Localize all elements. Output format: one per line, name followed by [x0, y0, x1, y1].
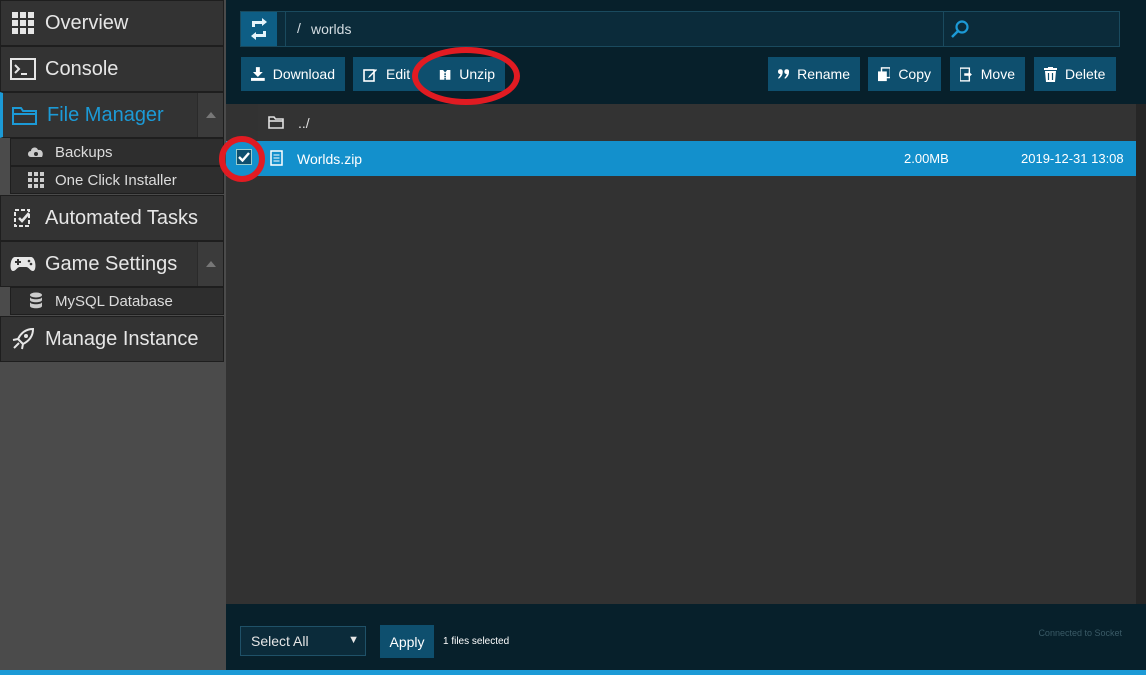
collapse-caret-icon[interactable] — [197, 242, 223, 286]
database-icon — [14, 292, 58, 310]
socket-status: Connected to Socket — [1038, 628, 1122, 638]
edit-button[interactable]: Edit — [353, 57, 431, 91]
scrollbar[interactable] — [1136, 104, 1146, 604]
parent-directory-label: ../ — [298, 114, 310, 131]
edit-label: Edit — [386, 66, 411, 82]
file-size: 2.00MB — [904, 151, 949, 166]
download-button[interactable]: Download — [241, 57, 345, 91]
dropdown-caret-icon: ▼ — [348, 634, 359, 646]
selection-count: 1 files selected — [443, 636, 510, 647]
unzip-button[interactable]: Unzip — [429, 57, 505, 91]
collapse-caret-icon[interactable] — [197, 93, 223, 137]
bulk-select-dropdown[interactable]: Select All ▼ — [240, 626, 366, 656]
file-date: 2019-12-31 13:08 — [1021, 151, 1124, 166]
divider — [285, 12, 286, 46]
sidebar-subitem-label: Backups — [55, 143, 113, 161]
bottom-accent-bar — [0, 670, 1146, 675]
sidebar-item-label: Game Settings — [45, 252, 178, 275]
unzip-label: Unzip — [459, 66, 495, 82]
file-icon — [270, 150, 283, 166]
sidebar-item-game-settings[interactable]: Game Settings — [0, 241, 224, 287]
path-bar: / worlds — [240, 11, 1120, 47]
delete-label: Delete — [1065, 66, 1106, 82]
grid-icon — [1, 11, 45, 35]
file-name: Worlds.zip — [297, 151, 363, 167]
copy-label: Copy — [898, 66, 931, 82]
sidebar-item-file-manager[interactable]: File Manager — [0, 92, 224, 138]
file-manager-toolbar: / worlds Download Edit Unzip Rename Copy… — [226, 0, 1146, 104]
grid-icon — [14, 172, 58, 188]
sidebar-item-label: Console — [45, 57, 119, 80]
rename-button[interactable]: Rename — [768, 57, 860, 91]
folder-icon — [3, 104, 47, 126]
sidebar-item-manage-instance[interactable]: Manage Instance — [0, 316, 224, 362]
folder-icon — [268, 116, 284, 129]
sidebar-subitem-label: MySQL Database — [55, 292, 173, 310]
sidebar-item-label: Automated Tasks — [45, 206, 199, 229]
search-icon — [951, 20, 969, 38]
file-manager-panel: / worlds Download Edit Unzip Rename Copy… — [226, 0, 1146, 670]
copy-icon — [878, 66, 891, 81]
move-button[interactable]: Move — [950, 57, 1025, 91]
unzip-icon — [439, 69, 451, 80]
checkmark-icon — [238, 152, 250, 162]
apply-button[interactable]: Apply — [380, 625, 434, 658]
refresh-icon — [251, 18, 267, 40]
move-icon — [960, 66, 972, 82]
rocket-icon — [1, 326, 45, 352]
sidebar-subitem-mysql-database[interactable]: MySQL Database — [10, 287, 224, 315]
file-checkbox[interactable] — [236, 149, 252, 165]
edit-icon — [363, 68, 377, 82]
search-input[interactable] — [943, 12, 1119, 46]
bulk-action-footer: Select All ▼ Apply 1 files selected Conn… — [226, 604, 1146, 670]
delete-button[interactable]: Delete — [1034, 57, 1116, 91]
sidebar-item-label: Manage Instance — [45, 327, 199, 350]
terminal-icon — [1, 57, 45, 81]
file-list: ../ Worlds.zip 2.00MB 2019-12-31 13:08 — [226, 104, 1136, 604]
quote-icon — [778, 69, 790, 79]
copy-button[interactable]: Copy — [868, 57, 941, 91]
download-icon — [251, 67, 265, 81]
refresh-button[interactable] — [241, 12, 277, 46]
app-root: Overview Console File Manager Backups On… — [0, 0, 1146, 675]
bulk-select-value: Select All — [251, 633, 309, 649]
cloud-icon — [14, 145, 58, 159]
current-path[interactable]: worlds — [311, 21, 351, 37]
trash-icon — [1044, 66, 1057, 82]
sidebar-subitem-one-click-installer[interactable]: One Click Installer — [10, 166, 224, 194]
sidebar-item-label: Overview — [45, 11, 129, 34]
rename-label: Rename — [797, 66, 850, 82]
move-label: Move — [980, 66, 1015, 82]
sidebar-subitem-backups[interactable]: Backups — [10, 138, 224, 166]
sidebar-item-label: File Manager — [47, 103, 164, 126]
sidebar-item-overview[interactable]: Overview — [0, 0, 224, 46]
gamepad-icon — [1, 254, 45, 274]
sidebar-item-console[interactable]: Console — [0, 46, 224, 92]
tasks-icon — [1, 206, 45, 230]
parent-directory-row[interactable]: ../ — [258, 104, 1136, 141]
path-separator: / — [297, 20, 301, 36]
sidebar-item-automated-tasks[interactable]: Automated Tasks — [0, 195, 224, 241]
sidebar: Overview Console File Manager Backups On… — [0, 0, 226, 670]
sidebar-subitem-label: One Click Installer — [55, 171, 177, 189]
download-label: Download — [272, 66, 335, 82]
file-row[interactable]: Worlds.zip 2.00MB 2019-12-31 13:08 — [226, 141, 1136, 176]
